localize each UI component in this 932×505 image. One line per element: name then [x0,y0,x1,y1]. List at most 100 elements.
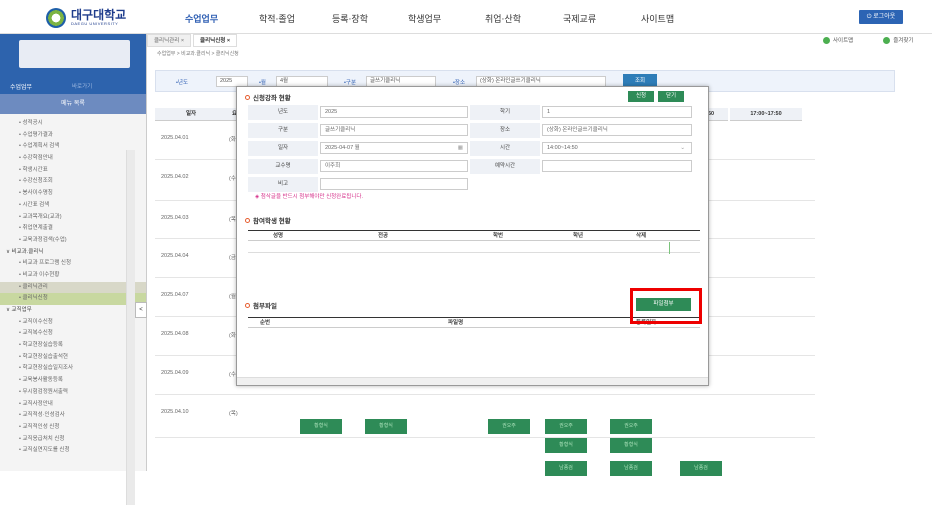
nav-class-affairs[interactable]: 수업업무 [185,12,218,25]
sidebar-item[interactable]: • 학생시간표 [0,165,146,177]
sidebar-item[interactable]: • 학교현장실습일지조사 [0,363,146,375]
sidebar: 수업업무 바로가기 메뉴 목록 • 성적공시 • 수업평가결과 • 수업계획서 검색… [0,34,147,505]
apply-button[interactable]: 신청 [628,91,654,102]
place-field[interactable]: (상화) 온라인글쓰기클리닉 [542,124,692,136]
schedule-slot[interactable]: 권오주 [610,419,652,434]
logo-title: 대구대학교 [71,8,127,22]
booking-time-field[interactable] [542,160,692,172]
type-label: 구분 [248,123,318,138]
sidebar-item[interactable]: • 교육봉사활동등록 [0,375,146,387]
sidebar-item[interactable]: • 학교현장실습등록 [0,340,146,352]
time-value: 14:00~14:50 [547,145,578,151]
sidebar-item[interactable]: • 수업평가결과 [0,130,146,142]
schedule-slot[interactable]: 황형식 [365,419,407,434]
tab-bar: 클리닉관리 × 클리닉신청 × [147,34,239,47]
schedule-slot[interactable]: 황형식 [545,438,587,453]
nav-academic-graduation[interactable]: 학적·졸업 [259,12,295,25]
favorites-label: 즐겨찾기 [893,38,914,44]
grid-header-time-2: 17:00~17:50 [730,108,802,121]
professor-label: 교수명 [248,159,318,174]
tab-clinic-apply[interactable]: 클리닉신청 × [193,34,238,47]
date-value: 2025-04-07 월 [325,145,360,151]
grid-row-divider [155,437,815,438]
attachment-notice: ◈ 첨삭글을 반드시 첨부해야만 신청완료됩니다. [255,194,364,200]
nav-employment[interactable]: 취업·산학 [485,12,521,25]
sidebar-collapse-button[interactable]: < [135,302,147,318]
sidebar-item[interactable]: • 성적공시 [0,118,146,130]
grid-row-date: 2025.04.01 [161,135,189,141]
sidebar-item[interactable]: • 수업계획서 검색 [0,141,146,153]
sidebar-item[interactable]: • 교직실연지도를 신청 [0,445,146,457]
nav-student-affairs[interactable]: 학생업무 [408,12,441,25]
sidebar-item[interactable]: ∨ 교직업무 [0,305,146,317]
col-filename: 파일명 [448,320,464,326]
close-button[interactable]: 닫기 [658,91,684,102]
sidebar-item[interactable]: • 클리닉신청 [0,293,146,305]
sidebar-item[interactable]: • 교직복수신청 [0,328,146,340]
grid-header-date: 일자 [155,108,227,121]
grid-row-date: 2025.04.08 [161,331,189,337]
schedule-slot[interactable]: 황형식 [300,419,342,434]
type-filter-label: •구분 [344,80,357,86]
sidebar-item[interactable]: • 교직사정안내 [0,399,146,411]
section-bullet-icon [245,94,250,100]
schedule-slot[interactable]: 남종검 [545,461,587,476]
place-label: 장소 [470,123,540,138]
sidebar-item[interactable]: • 교직이수신청 [0,317,146,329]
sidebar-item[interactable]: • 봉사이수명칭 [0,188,146,200]
year-label: 년도 [248,105,318,120]
sidebar-item[interactable]: • 비교과 이수현황 [0,270,146,282]
logout-button[interactable]: ⏻ 로그아웃 [859,10,903,24]
course-status-title: 신청강좌 현황 [245,92,291,102]
university-logo[interactable]: 대구대학교 DAEGU UNIVERSITY [46,8,126,28]
note-label: 비고 [248,177,318,192]
sidebar-item[interactable]: • 교직적인성 신청 [0,422,146,434]
schedule-slot[interactable]: 권오주 [545,419,587,434]
sidebar-item[interactable]: • 클리닉관리 [0,281,146,294]
favorites-icon [883,36,891,44]
professor-field[interactable]: 이주희 [320,160,468,172]
col-student-id: 학번 [493,233,504,239]
date-field[interactable]: 2025-04-07 월 ▦ [320,142,468,154]
semester-field[interactable]: 1 [542,106,692,118]
sidebar-item[interactable]: • 수강신청조회 [0,176,146,188]
sidebar-item[interactable]: • 수강학점안내 [0,153,146,165]
sidebar-item[interactable]: • 취업연계출결 [0,223,146,235]
sitemap-link[interactable]: 사이트맵 [823,36,853,44]
sidebar-item[interactable]: • 교과목개요(교과) [0,212,146,224]
time-select[interactable]: 14:00~14:50 ⌄ [542,142,692,154]
schedule-slot[interactable]: 권오주 [488,419,530,434]
modal-horizontal-scrollbar[interactable] [237,377,708,385]
sidebar-item[interactable]: ∨ 비교과.클리닉 [0,247,146,259]
tab-clinic-manage[interactable]: 클리닉관리 × [147,34,192,47]
note-field[interactable] [320,178,468,190]
nav-registration-scholarship[interactable]: 등록·장학 [332,12,368,25]
files-label: 첨부파일 [253,303,277,310]
sidebar-item[interactable]: • 교육과정검색(수업) [0,235,146,247]
sidebar-banner: 수업업무 바로가기 [0,34,146,94]
grid-row-date: 2025.04.04 [161,253,189,259]
sidebar-item[interactable]: • 비교과 프로그램 신청 [0,258,146,270]
participants-divider [248,252,700,253]
col-major: 전공 [378,233,389,239]
semester-label: 학기 [470,105,540,120]
sidebar-item[interactable]: • 무시험검정원서출력 [0,387,146,399]
sidebar-item[interactable]: • 교직적성·인성검사 [0,410,146,422]
calendar-icon[interactable]: ▦ [458,143,463,153]
sidebar-item[interactable]: • 교직응급처치 신청 [0,434,146,446]
schedule-slot[interactable]: 황형식 [610,438,652,453]
sidebar-item[interactable]: • 시간표 검색 [0,200,146,212]
favorites-link[interactable]: 즐겨찾기 [883,36,914,44]
type-field[interactable]: 글쓰기클리닉 [320,124,468,136]
grid-row-date: 2025.04.03 [161,215,189,221]
nav-sitemap[interactable]: 사이트맵 [641,12,674,25]
grid-row-divider [155,394,815,395]
year-field[interactable]: 2025 [320,106,468,118]
breadcrumb: 수업업무 > 비교과.클리닉 > 클리닉신청 [157,51,239,57]
sidebar-item[interactable]: • 학교현장실습출석현 [0,352,146,364]
schedule-slot[interactable]: 남종검 [610,461,652,476]
sidebar-shortcut-link[interactable]: 바로가기 [72,82,92,90]
sidebar-scrollbar[interactable] [126,150,135,505]
schedule-slot[interactable]: 남종검 [680,461,722,476]
nav-international[interactable]: 국제교류 [563,12,596,25]
